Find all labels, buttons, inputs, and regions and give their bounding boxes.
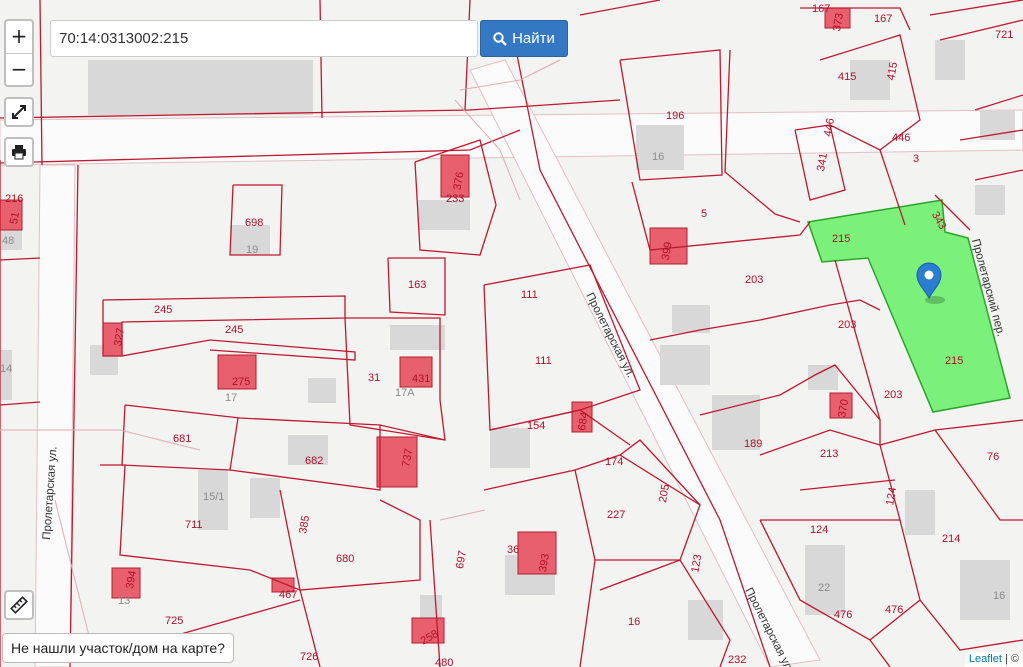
parcel-label: 215 — [832, 233, 850, 245]
parcel-label: 233 — [446, 193, 464, 205]
parcel-label: 31 — [368, 372, 380, 384]
parcel-label: 681 — [173, 433, 191, 445]
parcel-label: 17 — [225, 392, 237, 404]
expand-icon — [12, 105, 26, 119]
printer-icon — [12, 145, 26, 160]
search-icon — [493, 31, 507, 46]
parcel-label: 215 — [945, 355, 963, 367]
parcel-label: 51 — [8, 211, 22, 225]
parcel-label: 189 — [744, 438, 762, 450]
parcel-label: 3 — [913, 153, 919, 165]
ruler-icon — [10, 596, 28, 614]
parcel-label: 214 — [942, 533, 960, 545]
parcel-label: 467 — [279, 589, 297, 601]
parcel-label: 698 — [245, 217, 263, 229]
parcel-label: 13 — [118, 595, 130, 607]
parcel-label: 167 — [874, 13, 892, 25]
parcel-label: 476 — [885, 604, 903, 616]
not-found-link[interactable]: Не нашли участок/дом на карте? — [2, 633, 234, 663]
parcel-label: 680 — [336, 553, 354, 565]
leaflet-link[interactable]: Leaflet — [969, 653, 1002, 665]
parcel-label: 682 — [305, 455, 323, 467]
parcel-label: 48 — [2, 235, 14, 247]
parcel-label: 19 — [246, 244, 258, 256]
parcel-label: 480 — [435, 657, 453, 667]
print-button[interactable] — [4, 137, 34, 167]
parcel-label: 232 — [728, 654, 746, 666]
parcel-label: 124 — [810, 524, 828, 536]
parcel-label: 203 — [745, 274, 763, 286]
parcel-label: 15/1 — [203, 491, 224, 503]
parcel-label: 36 — [507, 544, 519, 556]
parcel-label: 726 — [300, 651, 318, 663]
parcel-label: 245 — [225, 324, 243, 336]
parcel-label: 14 — [0, 363, 12, 375]
parcel-label: 711 — [185, 519, 203, 531]
parcel-label: 111 — [521, 289, 538, 301]
parcel-label: 227 — [607, 509, 625, 521]
parcel-label: 721 — [995, 29, 1013, 41]
parcel-label: 275 — [232, 376, 250, 388]
parcel-label: 22 — [818, 582, 830, 594]
parcel-label: 111 — [535, 355, 552, 367]
attribution-text: | © — [1001, 653, 1019, 665]
zoom-in-button[interactable]: + — [6, 21, 32, 54]
parcel-label: 174 — [605, 456, 623, 468]
parcel-label: 16 — [652, 151, 664, 163]
parcel-label: 17А — [395, 387, 415, 399]
parcel-label: 725 — [165, 615, 183, 627]
parcel-label: 196 — [666, 110, 684, 122]
parcel-label: 167 — [812, 3, 830, 15]
parcel-label: 415 — [838, 71, 856, 83]
search-button[interactable]: Найти — [480, 20, 568, 57]
map-attribution: Leaflet | © — [964, 652, 1023, 667]
parcel-label: 76 — [987, 451, 999, 463]
measure-button[interactable] — [4, 590, 34, 620]
parcel-label: 154 — [527, 420, 545, 432]
parcel-label: 5 — [701, 208, 707, 220]
parcel-label: 16 — [993, 590, 1005, 602]
cadastral-search-input[interactable] — [50, 20, 478, 57]
parcel-label: 213 — [820, 448, 838, 460]
zoom-out-button[interactable]: − — [6, 54, 32, 86]
parcel-label: 216 — [5, 193, 23, 205]
parcel-label: 163 — [408, 279, 426, 291]
cadastral-map[interactable]: 216 51 48 698 19 376 233 196 16 5 399 44… — [0, 0, 1023, 667]
parcel-label: 203 — [838, 319, 856, 331]
search-button-label: Найти — [512, 30, 555, 47]
parcel-label: 476 — [834, 609, 852, 621]
fullscreen-button[interactable] — [4, 97, 34, 127]
parcel-label: 203 — [884, 389, 902, 401]
parcel-label: 446 — [892, 132, 910, 144]
zoom-control: + − — [4, 19, 34, 87]
parcel-label: 245 — [154, 304, 172, 316]
parcel-label: 431 — [412, 373, 430, 385]
parcel-label: 16 — [628, 616, 640, 628]
